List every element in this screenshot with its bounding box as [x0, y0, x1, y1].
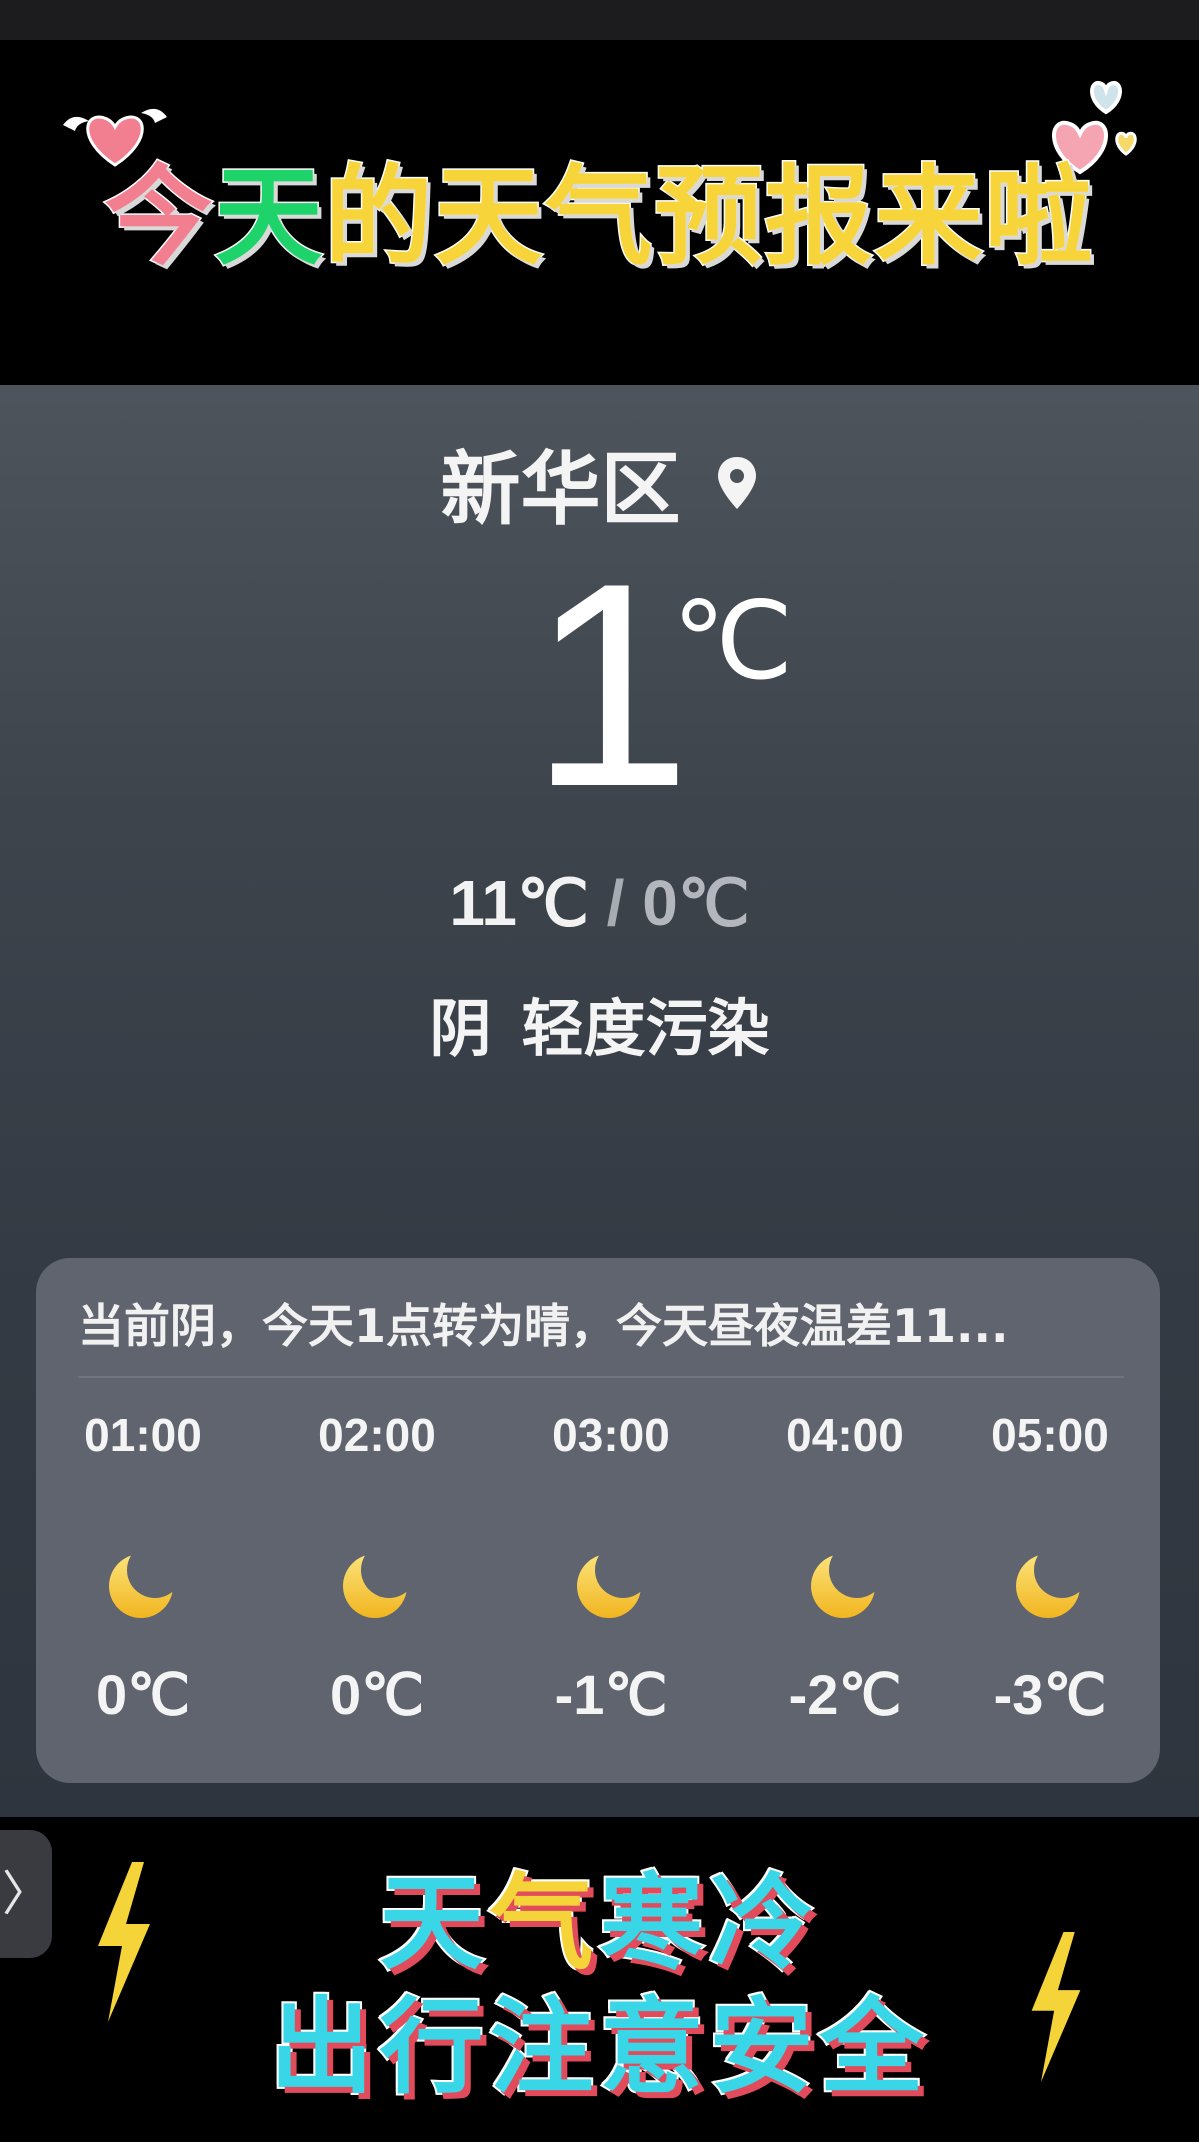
headline-part-2: 天	[213, 154, 325, 282]
headline-part-1: 今	[103, 154, 215, 282]
forecast-summary[interactable]: 当前阴，今天1点转为晴，今天昼夜温差11...	[78, 1290, 1008, 1356]
headline: 今天的天气预报来啦	[0, 130, 1199, 286]
hour-item: 05:00 -3℃	[940, 1408, 1160, 1728]
moon-icon	[1016, 1554, 1080, 1618]
moon-icon	[109, 1554, 173, 1618]
hourly-forecast-card[interactable]: 当前阴，今天1点转为晴，今天昼夜温差11... 01:00 0℃ 02:00 0…	[36, 1258, 1160, 1783]
status-bar	[0, 0, 1199, 40]
high-temp: 11℃	[449, 867, 589, 939]
hour-time: 05:00	[991, 1409, 1109, 1461]
hour-temp: 0℃	[329, 1663, 425, 1726]
air-quality-text[interactable]: 轻度污染	[522, 992, 770, 1065]
hour-temp: 0℃	[95, 1663, 191, 1726]
location-pin-icon[interactable]	[715, 455, 759, 511]
hour-temp: -2℃	[788, 1663, 902, 1726]
hour-time: 02:00	[318, 1409, 436, 1461]
hour-time: 04:00	[786, 1409, 904, 1461]
moon-icon	[577, 1554, 641, 1618]
high-low-temperature: 11℃ / 0℃	[0, 866, 1199, 941]
hour-time: 03:00	[552, 1409, 670, 1461]
hour-item: 03:00 -1℃	[501, 1408, 721, 1728]
weather-condition: 阴轻度污染	[0, 978, 1199, 1068]
hour-item: 04:00 -2℃	[735, 1408, 955, 1728]
hour-temp: -3℃	[993, 1663, 1107, 1726]
moon-icon	[343, 1554, 407, 1618]
low-temp: 0℃	[642, 867, 750, 939]
current-temperature: 1	[530, 523, 692, 847]
card-divider	[78, 1376, 1124, 1378]
hour-time: 01:00	[84, 1409, 202, 1461]
headline-part-3: 的天气预报来啦	[323, 154, 1095, 282]
hour-item: 02:00 0℃	[267, 1408, 487, 1728]
high-low-separator: /	[606, 867, 625, 939]
hour-temp: -1℃	[554, 1663, 668, 1726]
moon-icon	[811, 1554, 875, 1618]
footer-line-2: 出行注意安全	[0, 1962, 1199, 2113]
condition-text: 阴	[429, 992, 492, 1065]
footer-line-2-text: 出行注意安全	[267, 1984, 930, 2110]
hour-item: 01:00 0℃	[36, 1408, 253, 1728]
temperature-unit: ℃	[672, 580, 794, 701]
